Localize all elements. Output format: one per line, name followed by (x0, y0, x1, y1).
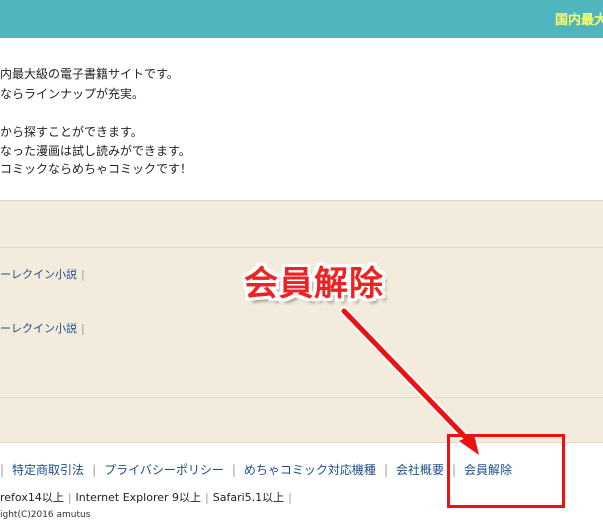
annotation-callout: 会員解除 (244, 264, 384, 304)
annotation-highlight-box (447, 434, 565, 508)
